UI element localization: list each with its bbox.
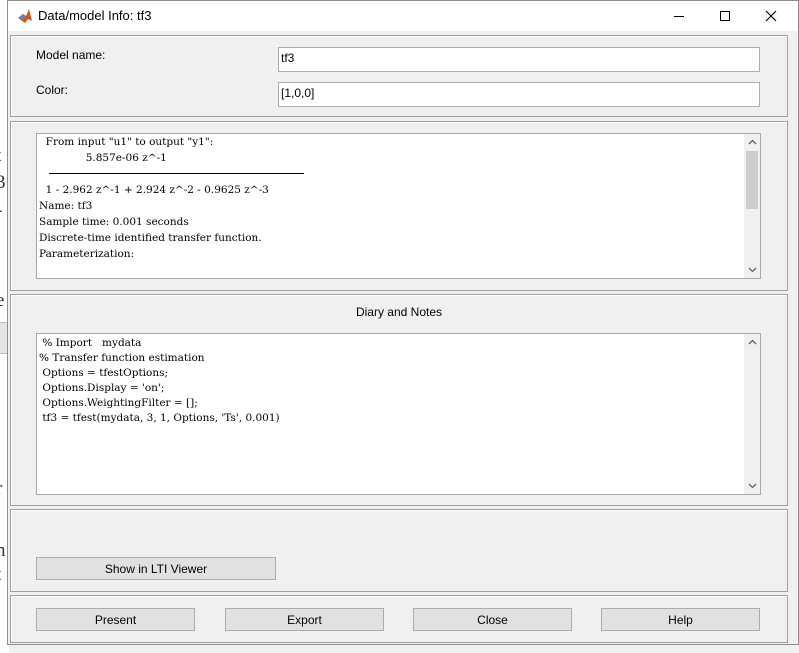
background-text: e	[0, 290, 5, 311]
scroll-up-button[interactable]	[744, 134, 760, 150]
diary-line: Options.WeightingFilter = [];	[39, 397, 198, 409]
data-model-info-dialog: Data/model Info: tf3 Model name: tf3 Col…	[7, 0, 799, 645]
diary-line: % Import mydata	[39, 337, 142, 349]
scroll-down-icon	[748, 267, 756, 273]
model-info-textbox[interactable]: From input "u1" to output "y1": 5.857e-0…	[36, 133, 761, 279]
action-panel: Present Export Close Help	[10, 595, 788, 643]
fraction-bar	[49, 173, 304, 174]
scroll-thumb[interactable]	[746, 151, 758, 209]
help-button[interactable]: Help	[601, 608, 760, 631]
info-line: 1 - 2.962 z^-1 + 2.924 z^-2 - 0.9625 z^-…	[39, 184, 269, 196]
diary-scrollbar[interactable]	[744, 334, 760, 494]
color-label: Color:	[36, 83, 69, 97]
close-window-button[interactable]	[748, 1, 794, 31]
diary-line: Options = tfestOptions;	[39, 367, 169, 379]
minimize-icon	[674, 16, 684, 17]
matlab-icon	[18, 9, 32, 23]
info-line: Parameterization:	[39, 248, 135, 260]
diary-line: % Transfer function estimation	[39, 352, 205, 364]
lti-viewer-panel: Show in LTI Viewer	[10, 509, 788, 592]
minimize-button[interactable]	[656, 1, 702, 31]
info-text: From input "u1" to output "y1": 5.857e-0…	[39, 134, 304, 262]
present-button[interactable]: Present	[36, 608, 195, 631]
scroll-down-icon	[748, 483, 756, 489]
scroll-up-icon	[748, 339, 756, 345]
title-bar[interactable]: Data/model Info: tf3	[8, 1, 798, 31]
model-panel: Model name: tf3 Color: [1,0,0]	[10, 35, 788, 117]
diary-line: tf3 = tfest(mydata, 3, 1, Options, 'Ts',…	[39, 412, 280, 424]
close-button[interactable]: Close	[413, 608, 572, 631]
close-icon	[765, 10, 777, 22]
diary-line: Options.Display = 'on';	[39, 382, 165, 394]
info-line	[39, 166, 304, 182]
info-line: Sample time: 0.001 seconds	[39, 216, 189, 228]
background-text: n	[0, 540, 6, 561]
info-line: 5.857e-06 z^-1	[39, 152, 167, 164]
background-text: t	[0, 564, 1, 586]
info-line: Name: tf3	[39, 200, 93, 212]
maximize-button[interactable]	[702, 1, 748, 31]
scroll-down-button[interactable]	[744, 262, 760, 278]
export-button[interactable]: Export	[225, 608, 384, 631]
window-title: Data/model Info: tf3	[38, 8, 152, 23]
model-name-label: Model name:	[36, 48, 106, 62]
info-line: From input "u1" to output "y1":	[39, 136, 214, 148]
info-scrollbar[interactable]	[744, 134, 760, 278]
scroll-up-icon	[748, 139, 756, 145]
scroll-down-button[interactable]	[744, 478, 760, 494]
background-text: t	[0, 145, 1, 167]
background-text: -	[0, 200, 2, 222]
maximize-icon	[720, 11, 730, 21]
background-text: 3	[0, 172, 6, 193]
info-panel: From input "u1" to output "y1": 5.857e-0…	[10, 121, 788, 291]
model-name-field[interactable]: tf3	[278, 47, 760, 72]
background-text: r	[0, 478, 2, 500]
diary-heading: Diary and Notes	[355, 305, 443, 319]
show-in-lti-viewer-button[interactable]: Show in LTI Viewer	[36, 557, 276, 580]
diary-panel: Diary and Notes % Import mydata % Transf…	[10, 294, 788, 506]
color-field[interactable]: [1,0,0]	[278, 82, 760, 107]
info-line: Discrete-time identified transfer functi…	[39, 232, 262, 244]
scroll-up-button[interactable]	[744, 334, 760, 350]
diary-textbox[interactable]: % Import mydata % Transfer function esti…	[36, 333, 761, 495]
diary-text: % Import mydata % Transfer function esti…	[39, 336, 280, 426]
